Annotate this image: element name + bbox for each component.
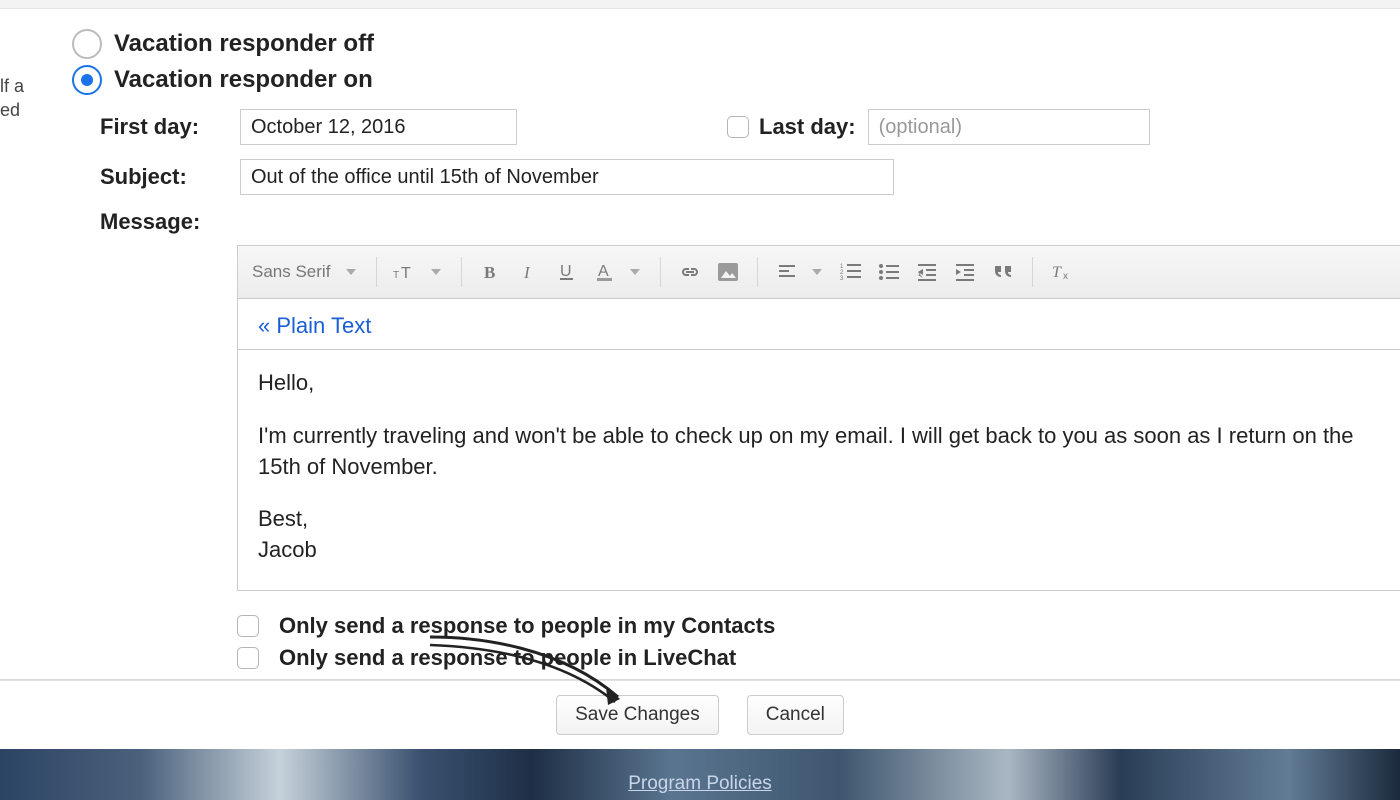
plain-text-row: « Plain Text [237,299,1400,349]
svg-text:T: T [1052,264,1062,281]
radio-on-label: Vacation responder on [114,66,373,94]
responder-on-row[interactable]: Vacation responder on [72,65,1400,95]
clipped-text-line2: ed [0,98,24,122]
clipped-text-line1: lf a [0,74,24,98]
top-divider [0,0,1400,9]
svg-text:x: x [1063,271,1068,282]
contacts-only-row[interactable]: Only send a response to people in my Con… [237,613,1400,639]
font-family-selector[interactable]: Sans Serif [252,262,336,282]
svg-text:T: T [393,270,399,281]
image-icon[interactable] [713,257,743,287]
msg-greeting: Hello, [258,368,1380,399]
chevron-down-icon[interactable] [346,269,356,275]
blank-line [258,482,1380,504]
clipped-left-text: lf a ed [0,74,24,123]
svg-text:B: B [484,263,495,282]
link-icon[interactable] [675,257,705,287]
subject-input[interactable] [240,159,894,195]
svg-text:U: U [560,263,572,280]
rich-text-editor: Sans Serif TT B I U A [237,245,1400,591]
msg-name: Jacob [258,535,1380,566]
responder-off-row[interactable]: Vacation responder off [72,29,1400,59]
toolbar-separator [757,257,758,287]
footer-actions: Save Changes Cancel [0,680,1400,749]
remove-formatting-icon[interactable]: Tx [1047,257,1077,287]
chevron-down-icon[interactable] [812,269,822,275]
last-day-checkbox[interactable] [727,116,749,138]
first-day-label: First day: [100,114,240,140]
italic-icon[interactable]: I [514,257,544,287]
radio-off-label: Vacation responder off [114,30,374,58]
radio-off[interactable] [72,29,102,59]
blank-line [258,399,1380,421]
msg-signoff: Best, [258,504,1380,535]
program-policies-link[interactable]: Program Policies [628,773,772,795]
vacation-responder-panel: lf a ed Vacation responder off Vacation … [0,9,1400,680]
font-size-icon[interactable]: TT [391,257,421,287]
toolbar-separator [376,257,377,287]
indent-more-icon[interactable] [950,257,980,287]
last-day-input[interactable] [868,109,1150,145]
svg-text:T: T [401,265,411,282]
subject-label: Subject: [100,164,240,190]
last-day-label: Last day: [759,114,856,140]
editor-toolbar: Sans Serif TT B I U A [237,245,1400,299]
chevron-down-icon[interactable] [630,269,640,275]
chevron-down-icon[interactable] [431,269,441,275]
text-color-icon[interactable]: A [590,257,620,287]
save-button[interactable]: Save Changes [556,695,719,735]
numbered-list-icon[interactable]: 123 [836,257,866,287]
bold-icon[interactable]: B [476,257,506,287]
indent-less-icon[interactable] [912,257,942,287]
align-icon[interactable] [772,257,802,287]
toolbar-separator [1032,257,1033,287]
livechat-only-checkbox[interactable] [237,647,259,669]
toolbar-separator [461,257,462,287]
send-options: Only send a response to people in my Con… [237,613,1400,671]
toolbar-separator [660,257,661,287]
svg-text:3: 3 [840,276,844,282]
contacts-only-checkbox[interactable] [237,615,259,637]
background-photo-strip: Program Policies [0,749,1400,800]
contacts-only-label: Only send a response to people in my Con… [279,613,775,639]
svg-text:I: I [523,263,531,282]
livechat-only-row[interactable]: Only send a response to people in LiveCh… [237,645,1400,671]
svg-text:A: A [598,263,609,280]
first-day-input[interactable] [240,109,517,145]
livechat-only-label: Only send a response to people in LiveCh… [279,645,736,671]
radio-on[interactable] [72,65,102,95]
plain-text-toggle[interactable]: « Plain Text [258,313,371,338]
msg-paragraph: I'm currently traveling and won't be abl… [258,421,1380,483]
bulleted-list-icon[interactable] [874,257,904,287]
message-label: Message: [100,209,1400,235]
message-body[interactable]: Hello, I'm currently traveling and won't… [237,349,1400,591]
quote-icon[interactable] [988,257,1018,287]
cancel-button[interactable]: Cancel [747,695,844,735]
underline-icon[interactable]: U [552,257,582,287]
